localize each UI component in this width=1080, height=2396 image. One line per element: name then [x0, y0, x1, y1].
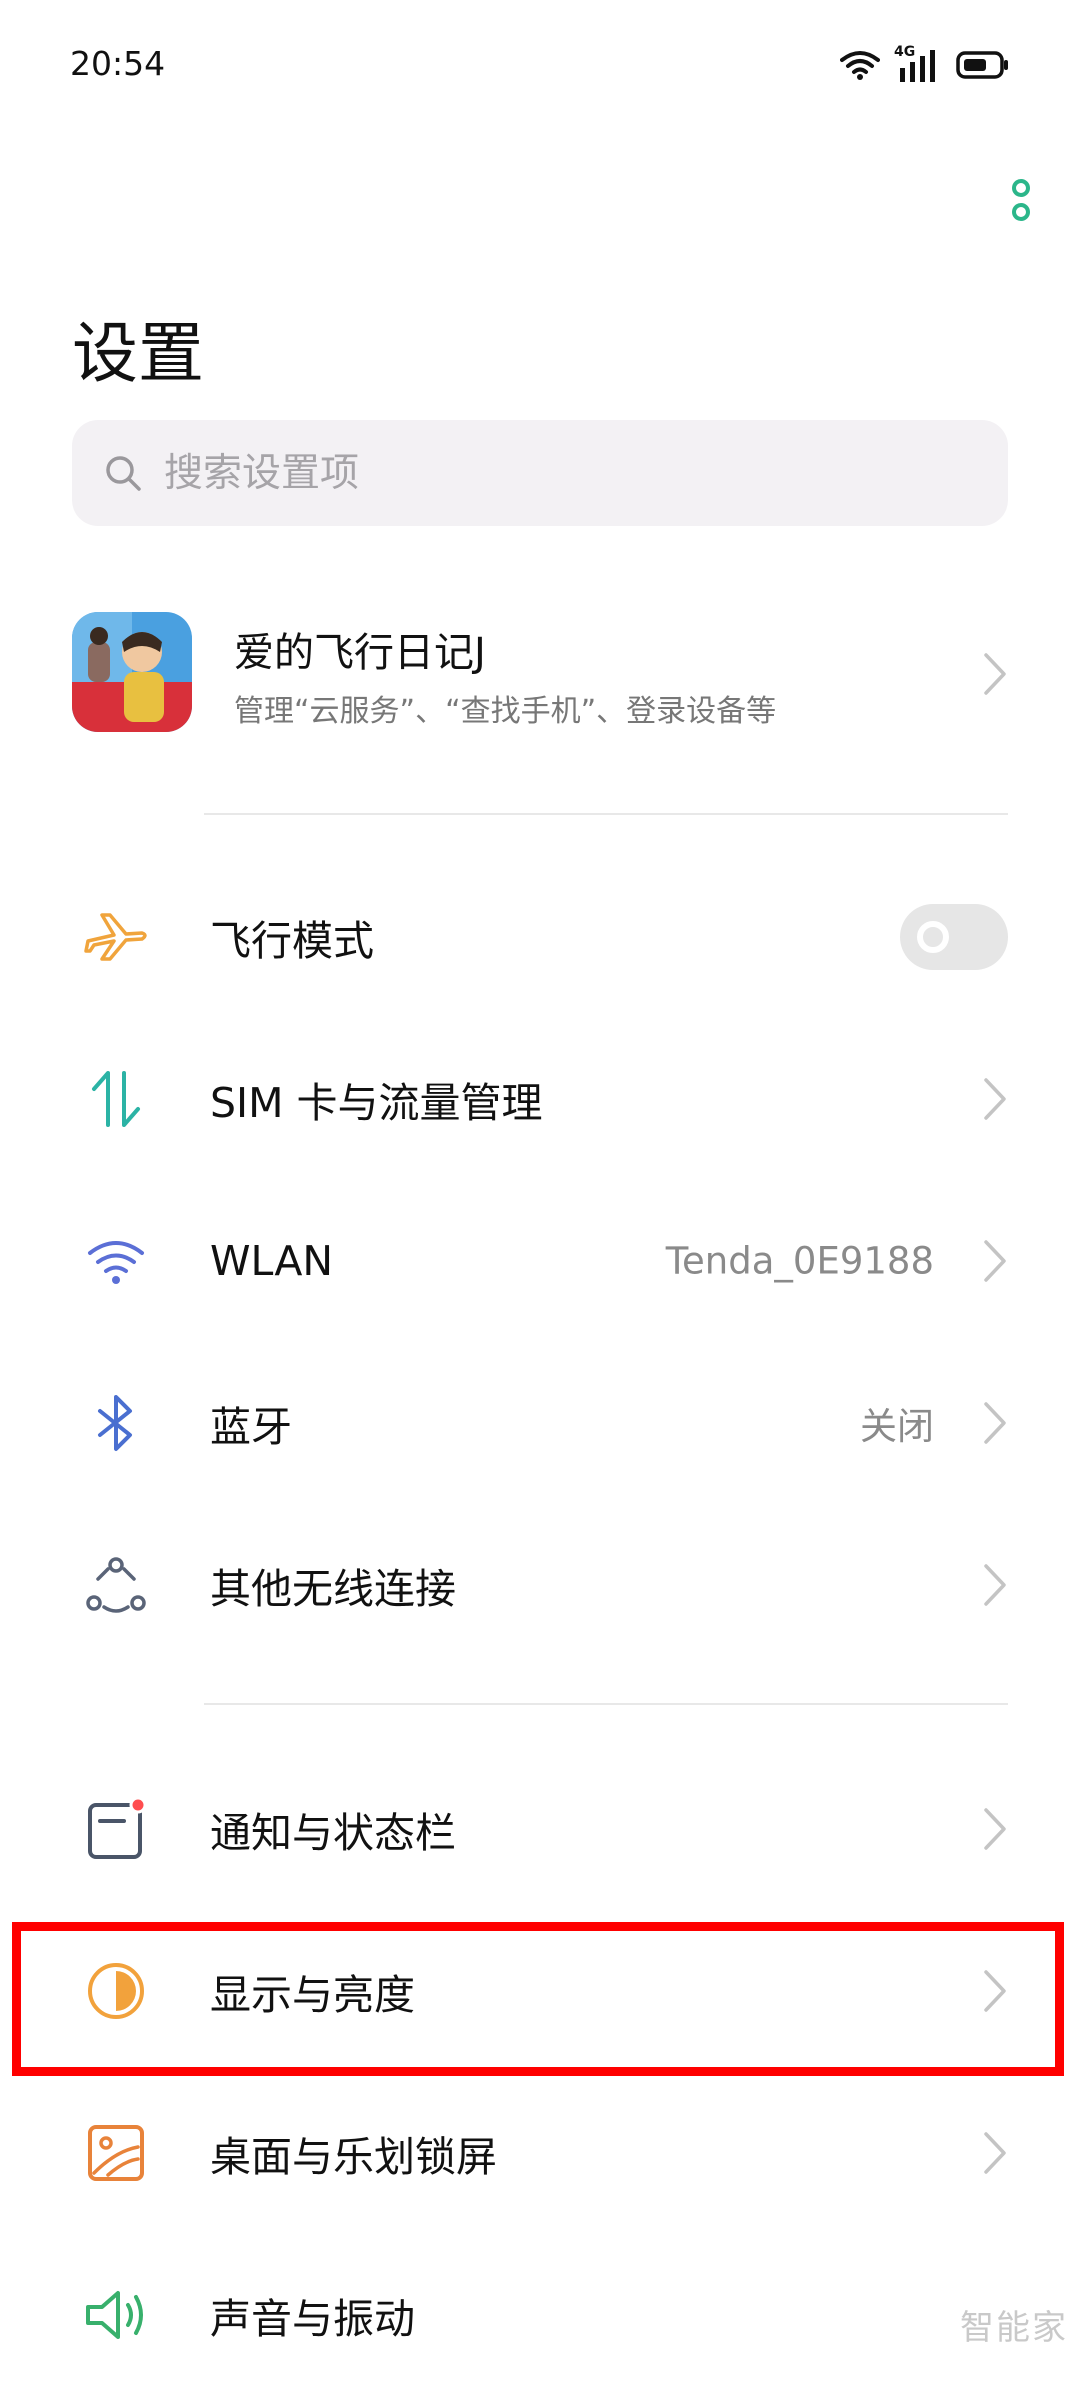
setting-label: 飞行模式 — [210, 917, 374, 965]
search-bar[interactable] — [72, 420, 1008, 526]
search-input[interactable] — [162, 449, 966, 497]
account-name: 爱的飞行日记J — [234, 630, 486, 676]
search-icon — [106, 456, 141, 491]
setting-airplane-mode[interactable]: 飞行模式 — [0, 856, 1080, 1018]
setting-value: 关闭 — [860, 1405, 934, 1448]
sound-icon — [86, 2291, 143, 2339]
chevron-right-icon — [984, 1564, 1006, 1606]
setting-bluetooth[interactable]: 蓝牙 关闭 — [0, 1342, 1080, 1504]
setting-sim-data[interactable]: SIM 卡与流量管理 — [0, 1018, 1080, 1180]
toggle-knob — [917, 921, 949, 953]
chevron-right-icon — [984, 653, 1006, 695]
setting-sound-vibration[interactable]: 声音与振动 — [0, 2234, 1080, 2396]
setting-label: 通知与状态栏 — [210, 1809, 456, 1857]
chevron-right-icon — [984, 1402, 1006, 1444]
setting-home-lockscreen[interactable]: 桌面与乐划锁屏 — [0, 2072, 1080, 2234]
watermark: 智能家 — [960, 2308, 1068, 2348]
setting-label: SIM 卡与流量管理 — [210, 1079, 543, 1127]
status-icons: 4G — [840, 44, 1010, 82]
setting-label: 声音与振动 — [210, 2295, 415, 2343]
setting-value: Tenda_0E9188 — [665, 1239, 934, 1283]
chevron-right-icon — [984, 2132, 1006, 2174]
wifi-icon — [88, 1241, 144, 1284]
setting-label: 蓝牙 — [210, 1403, 292, 1451]
bluetooth-icon — [98, 1395, 132, 1451]
status-time: 20:54 — [70, 44, 166, 83]
data-transfer-icon — [92, 1071, 140, 1127]
setting-label: 桌面与乐划锁屏 — [210, 2133, 497, 2181]
airplane-mode-toggle[interactable] — [900, 904, 1008, 970]
chevron-right-icon — [984, 1808, 1006, 1850]
setting-other-wireless[interactable]: 其他无线连接 — [0, 1504, 1080, 1666]
setting-notification[interactable]: 通知与状态栏 — [0, 1748, 1080, 1910]
highlight-box — [12, 1922, 1064, 2076]
account-subtitle: 管理“云服务”、“查找手机”、登录设备等 — [234, 694, 777, 729]
more-options-icon[interactable] — [1006, 176, 1036, 226]
wallpaper-icon — [88, 2125, 144, 2181]
notification-icon — [88, 1796, 147, 1859]
network-type-label: 4G — [894, 44, 916, 60]
wifi-status-icon — [840, 51, 880, 80]
setting-label: 其他无线连接 — [210, 1565, 456, 1613]
page-title: 设置 — [72, 315, 204, 392]
airplane-icon — [84, 913, 147, 961]
signal-icon: 4G — [894, 44, 942, 82]
avatar — [72, 612, 192, 732]
chevron-right-icon — [984, 1240, 1006, 1282]
battery-icon — [956, 51, 1008, 79]
wireless-connections-icon — [86, 1557, 146, 1613]
section-divider — [204, 813, 1008, 815]
setting-label: WLAN — [210, 1237, 334, 1285]
chevron-right-icon — [984, 1078, 1006, 1120]
setting-wlan[interactable]: WLAN Tenda_0E9188 — [0, 1180, 1080, 1342]
section-divider — [204, 1703, 1008, 1705]
account-row[interactable]: 爱的飞行日记J 管理“云服务”、“查找手机”、登录设备等 — [72, 612, 1008, 736]
